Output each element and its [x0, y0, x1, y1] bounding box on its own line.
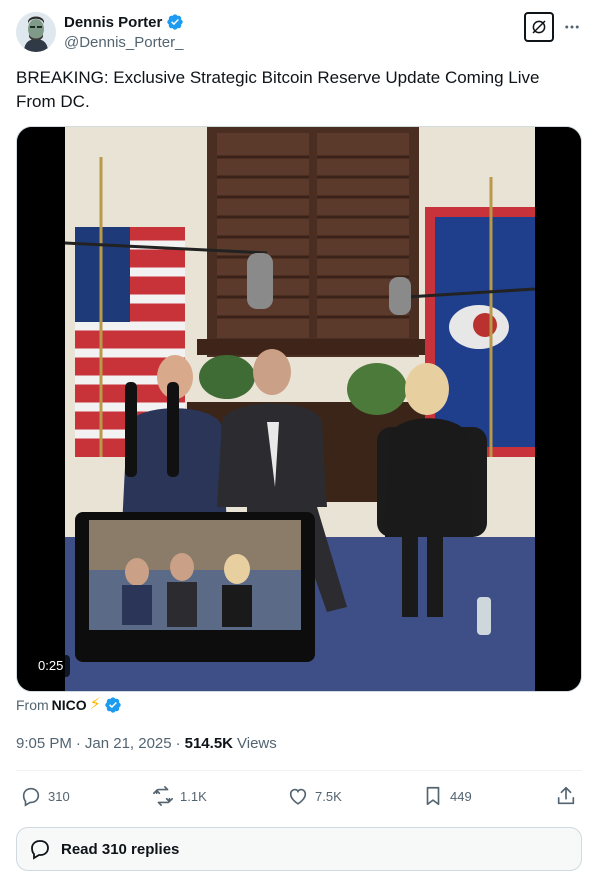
meta-separator: ·: [75, 735, 81, 752]
verified-badge-icon: [104, 696, 122, 714]
grok-button[interactable]: [524, 12, 554, 42]
more-icon: [565, 25, 579, 29]
views-count[interactable]: 514.5K: [185, 735, 233, 752]
video-duration: 0:25: [31, 655, 71, 677]
tweet-meta: 9:05 PM · Jan 21, 2025 · 514.5K Views: [16, 735, 277, 752]
repost-icon: [153, 786, 173, 806]
bookmark-icon: [426, 786, 440, 806]
tweet-time[interactable]: 9:05 PM: [16, 735, 72, 752]
verified-badge-icon: [166, 13, 184, 31]
speech-bubble-icon: [31, 840, 49, 860]
from-label: From: [16, 697, 49, 713]
video-source-row: From NICO ⚡: [16, 696, 122, 714]
tweet-date[interactable]: Jan 21, 2025: [85, 735, 172, 752]
share-button[interactable]: [555, 782, 577, 810]
repost-button[interactable]: 1.1K: [152, 782, 207, 810]
reply-button[interactable]: 310: [20, 782, 70, 810]
avatar[interactable]: [16, 12, 56, 52]
read-replies-label: Read 310 replies: [61, 840, 180, 858]
meta-separator: ·: [175, 735, 181, 752]
reply-count: 310: [48, 788, 70, 804]
video-player[interactable]: 0:25: [16, 126, 582, 692]
share-icon: [557, 786, 575, 805]
author-handle[interactable]: @Dennis_Porter_: [64, 34, 183, 51]
reply-icon: [22, 787, 40, 807]
tweet-header: Dennis Porter @Dennis_Porter_: [16, 12, 582, 56]
action-bar: 310 1.1K 7.5K 449: [16, 782, 582, 810]
lightning-emoji: ⚡: [89, 696, 101, 713]
more-options-button[interactable]: [562, 16, 582, 38]
like-icon: [289, 788, 307, 805]
name-row: Dennis Porter: [64, 13, 184, 31]
like-count: 7.5K: [315, 788, 342, 804]
video-frame: [17, 127, 581, 691]
repost-count: 1.1K: [180, 788, 207, 804]
read-replies-button[interactable]: Read 310 replies: [16, 827, 582, 871]
bookmark-button[interactable]: 449: [422, 782, 472, 810]
author-display-name[interactable]: Dennis Porter: [64, 14, 162, 31]
views-label: Views: [237, 735, 277, 752]
divider: [16, 770, 582, 771]
grok-icon: [532, 20, 546, 34]
bookmark-count: 449: [450, 788, 472, 804]
tweet-text: BREAKING: Exclusive Strategic Bitcoin Re…: [16, 68, 540, 111]
like-button[interactable]: 7.5K: [287, 782, 342, 810]
source-account-name[interactable]: NICO: [52, 697, 87, 713]
